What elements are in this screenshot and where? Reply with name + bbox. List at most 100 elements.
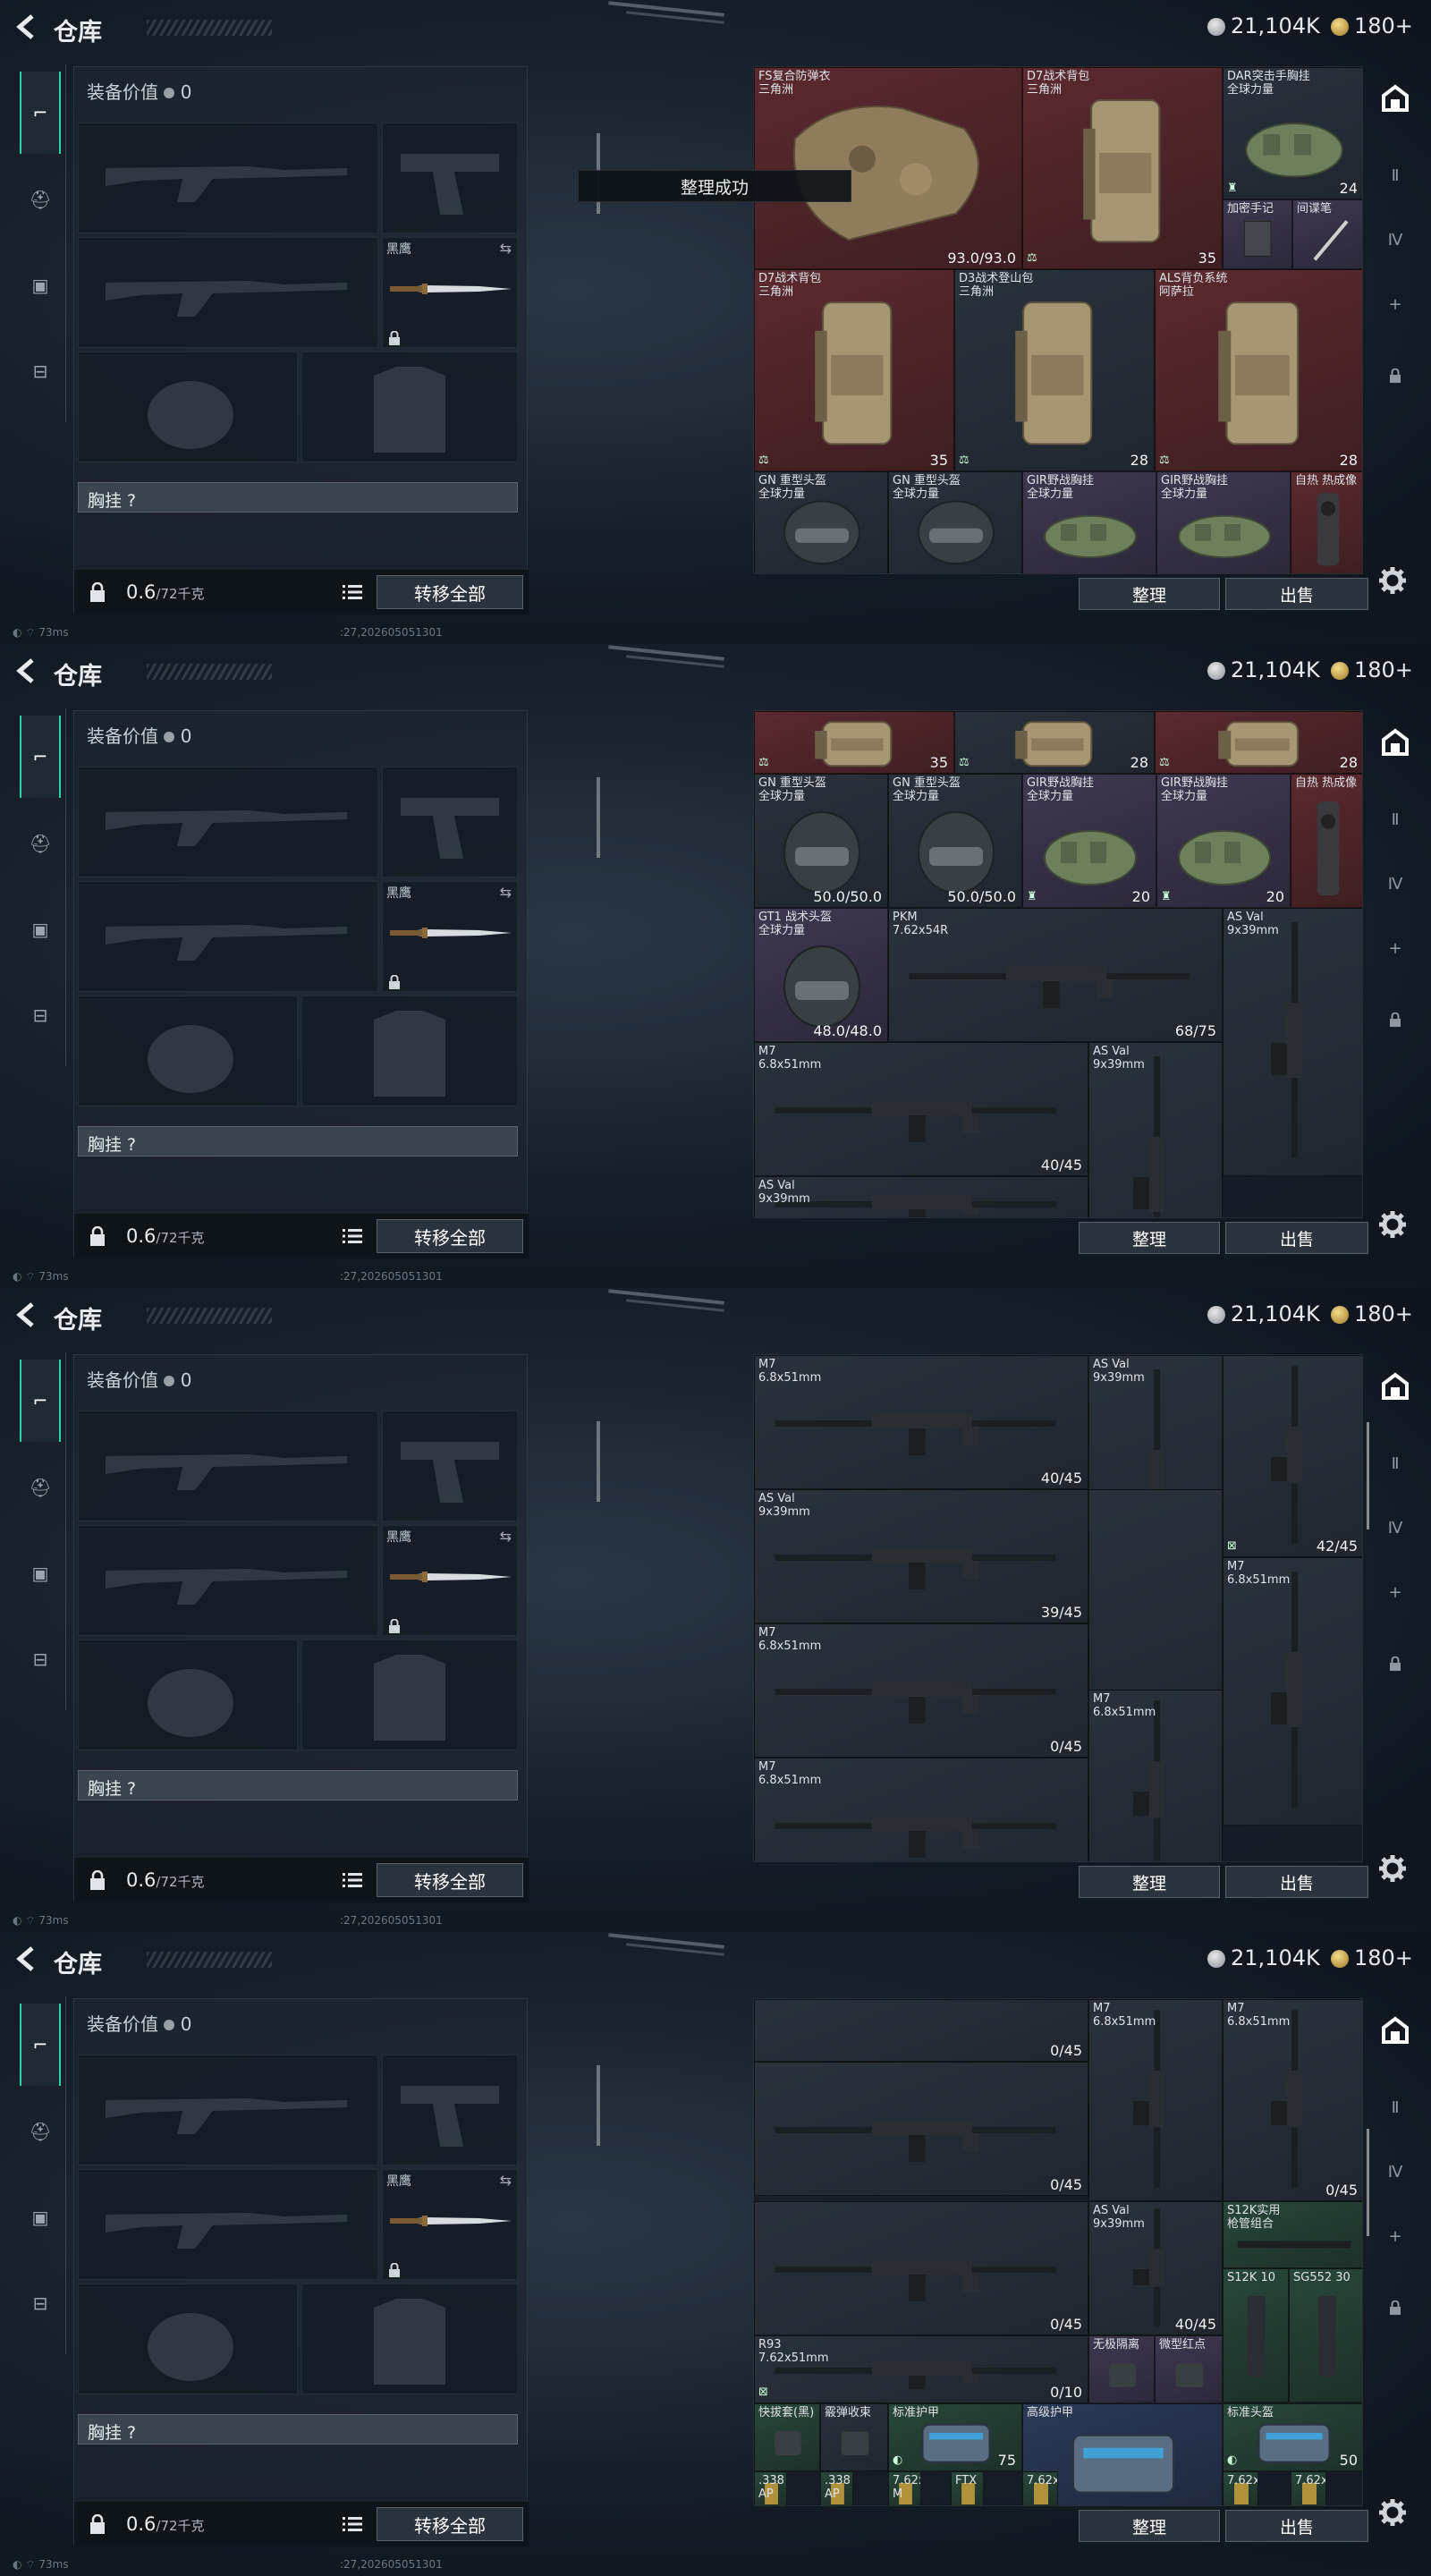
stash-item[interactable]: 霰弹收束 xyxy=(820,2403,888,2471)
stash-item[interactable]: M7 6.8x51mm xyxy=(1223,1557,1362,1826)
stash-item[interactable]: ⊠ 42/45 xyxy=(1223,1355,1362,1557)
stash-item[interactable]: 7.62x51M xyxy=(888,2471,921,2505)
stash-item[interactable]: M7 6.8x51mm xyxy=(1088,1690,1223,1861)
stash-item[interactable]: ⚖ 35 xyxy=(754,711,954,774)
stash-item[interactable]: 间谍笔 xyxy=(1292,199,1362,269)
back-arrow-icon[interactable] xyxy=(13,1945,39,1973)
stash-item[interactable]: ⚖ 28 xyxy=(954,711,1155,774)
stash-item[interactable]: D3战术登山包 三角洲 ⚖ 28 xyxy=(954,269,1155,471)
secondary-weapon-slot[interactable] xyxy=(78,237,378,348)
settings-gear-icon[interactable] xyxy=(1377,565,1408,596)
secondary-weapon-slot[interactable] xyxy=(78,1525,378,1636)
stash-item[interactable]: M7 6.8x51mm xyxy=(754,1758,1088,1861)
stash-item[interactable]: AS Val 9x39mm xyxy=(1088,1042,1223,1217)
stash-item[interactable]: 快拔套(黑) xyxy=(754,2403,820,2471)
sort-button[interactable]: 整理 xyxy=(1079,1866,1220,1898)
helmet-slot[interactable] xyxy=(78,996,298,1106)
pistol-slot[interactable] xyxy=(382,1411,518,1521)
swap-icon[interactable]: ⇆ xyxy=(500,240,512,257)
warehouse-page-2-tab[interactable]: Ⅱ xyxy=(1370,2089,1420,2125)
stash-item[interactable]: GN 重型头盔 全球力量 xyxy=(754,471,888,573)
list-icon[interactable] xyxy=(343,1228,362,1244)
stash-item[interactable]: GIR野战胸挂 全球力量 xyxy=(1022,471,1156,573)
armor-category-tab[interactable]: ⛑ xyxy=(20,179,61,220)
stash-item[interactable]: 微型红点 xyxy=(1155,2335,1223,2403)
stash-item[interactable]: GIR野战胸挂 全球力量 xyxy=(1156,471,1291,573)
stash-item[interactable]: AS Val 9x39mm xyxy=(754,1176,1088,1217)
loadout-scrollbar[interactable] xyxy=(597,1421,600,1502)
transfer-all-button[interactable]: 转移全部 xyxy=(377,1863,523,1897)
warehouse-page-2-tab[interactable]: Ⅱ xyxy=(1370,157,1420,193)
gear-category-tab[interactable]: ▣ xyxy=(20,2197,61,2238)
locked-page-tab[interactable] xyxy=(1370,1646,1420,1682)
stash-item[interactable]: GN 重型头盔 全球力量 xyxy=(888,471,1022,573)
list-icon[interactable] xyxy=(343,1872,362,1888)
stash-item[interactable]: PKM 7.62x54R 68/75 xyxy=(888,908,1223,1042)
loadout-scrollbar[interactable] xyxy=(597,777,600,858)
secondary-weapon-slot[interactable] xyxy=(78,881,378,992)
stash-item[interactable]: ⚖ 28 xyxy=(1155,711,1362,774)
back-arrow-icon[interactable] xyxy=(13,657,39,685)
stash-item[interactable]: GIR野战胸挂 全球力量 ♜ 20 xyxy=(1022,774,1156,908)
stash-item[interactable]: 标准护甲 ◐ 75 xyxy=(888,2403,1022,2471)
primary-weapon-slot[interactable] xyxy=(78,1411,378,1521)
add-page-button[interactable]: + xyxy=(1370,286,1420,322)
armor-slot[interactable] xyxy=(301,1640,518,1750)
loadout-scrollbar[interactable] xyxy=(597,2065,600,2146)
melee-slot[interactable]: 黑鹰 ⇆ xyxy=(382,2169,518,2280)
pistol-slot[interactable] xyxy=(382,2055,518,2165)
stash-item[interactable]: 加密手记 xyxy=(1223,199,1292,269)
armor-slot[interactable] xyxy=(301,996,518,1106)
gold-balance[interactable]: 180+ xyxy=(1354,13,1413,38)
sort-button[interactable]: 整理 xyxy=(1079,578,1220,610)
stash-item[interactable]: D7战术背包 三角洲 ⚖ 35 xyxy=(1022,67,1223,269)
weapon-category-tab[interactable]: ⌐ xyxy=(20,2004,61,2086)
stash-item[interactable]: M7 6.8x51mm 40/45 xyxy=(754,1042,1088,1176)
melee-slot[interactable]: 黑鹰 ⇆ xyxy=(382,237,518,348)
chest-rig-header[interactable]: 胸挂 ? xyxy=(78,2414,518,2445)
sell-button[interactable]: 出售 xyxy=(1225,2510,1368,2542)
stash-item[interactable]: AS Val 9x39mm xyxy=(1223,908,1362,1176)
stash-item[interactable]: AS Val 9x39mm 40/45 xyxy=(1088,2201,1223,2335)
list-icon[interactable] xyxy=(343,2516,362,2532)
transfer-all-button[interactable]: 转移全部 xyxy=(377,575,523,609)
swap-icon[interactable]: ⇆ xyxy=(500,2172,512,2189)
swap-icon[interactable]: ⇆ xyxy=(500,884,512,901)
warehouse-scrollbar[interactable] xyxy=(1367,1422,1369,1530)
armor-category-tab[interactable]: ⛑ xyxy=(20,2111,61,2152)
armor-slot[interactable] xyxy=(301,2284,518,2394)
add-page-button[interactable]: + xyxy=(1370,2218,1420,2254)
stash-item[interactable]: .338 AP xyxy=(820,2471,853,2505)
back-arrow-icon[interactable] xyxy=(13,13,39,41)
stash-item[interactable]: GIR野战胸挂 全球力量 ♜ 20 xyxy=(1156,774,1291,908)
gear-category-tab[interactable]: ▣ xyxy=(20,265,61,306)
stash-item[interactable]: FTX xyxy=(951,2471,984,2505)
stash-item[interactable]: GN 重型头盔 全球力量 50.0/50.0 xyxy=(754,774,888,908)
settings-gear-icon[interactable] xyxy=(1377,1209,1408,1240)
sort-button[interactable]: 整理 xyxy=(1079,2510,1220,2542)
chest-rig-header[interactable]: 胸挂 ? xyxy=(78,482,518,513)
stash-item[interactable]: 0/45 xyxy=(754,2062,1088,2196)
sell-button[interactable]: 出售 xyxy=(1225,1222,1368,1254)
stash-item[interactable]: GN 重型头盔 全球力量 50.0/50.0 xyxy=(888,774,1022,908)
armor-slot[interactable] xyxy=(301,352,518,462)
gear-category-tab[interactable]: ▣ xyxy=(20,1553,61,1594)
stash-item[interactable]: ALS背负系统 阿萨拉 ⚖ 28 xyxy=(1155,269,1362,471)
add-page-button[interactable]: + xyxy=(1370,930,1420,966)
helmet-slot[interactable] xyxy=(78,352,298,462)
stash-item[interactable]: S12K实用 枪管组合 xyxy=(1223,2201,1362,2268)
settings-gear-icon[interactable] xyxy=(1377,2497,1408,2528)
stash-item[interactable]: GT1 战术头盔 全球力量 48.0/48.0 xyxy=(754,908,888,1042)
armor-category-tab[interactable]: ⛑ xyxy=(20,1467,61,1508)
armor-category-tab[interactable]: ⛑ xyxy=(20,823,61,864)
locked-page-tab[interactable] xyxy=(1370,358,1420,394)
stash-item[interactable]: 7.62x54R xyxy=(1223,2471,1258,2505)
transfer-all-button[interactable]: 转移全部 xyxy=(377,2507,523,2541)
stash-item[interactable]: S12K 10 xyxy=(1223,2268,1289,2402)
sell-button[interactable]: 出售 xyxy=(1225,1866,1368,1898)
warehouse-home-tab[interactable] xyxy=(1370,1368,1420,1404)
warehouse-page-2-tab[interactable]: Ⅱ xyxy=(1370,1445,1420,1481)
warehouse-home-tab[interactable] xyxy=(1370,724,1420,760)
warehouse-page-3-tab[interactable]: Ⅳ xyxy=(1370,1510,1420,1546)
pistol-slot[interactable] xyxy=(382,767,518,877)
